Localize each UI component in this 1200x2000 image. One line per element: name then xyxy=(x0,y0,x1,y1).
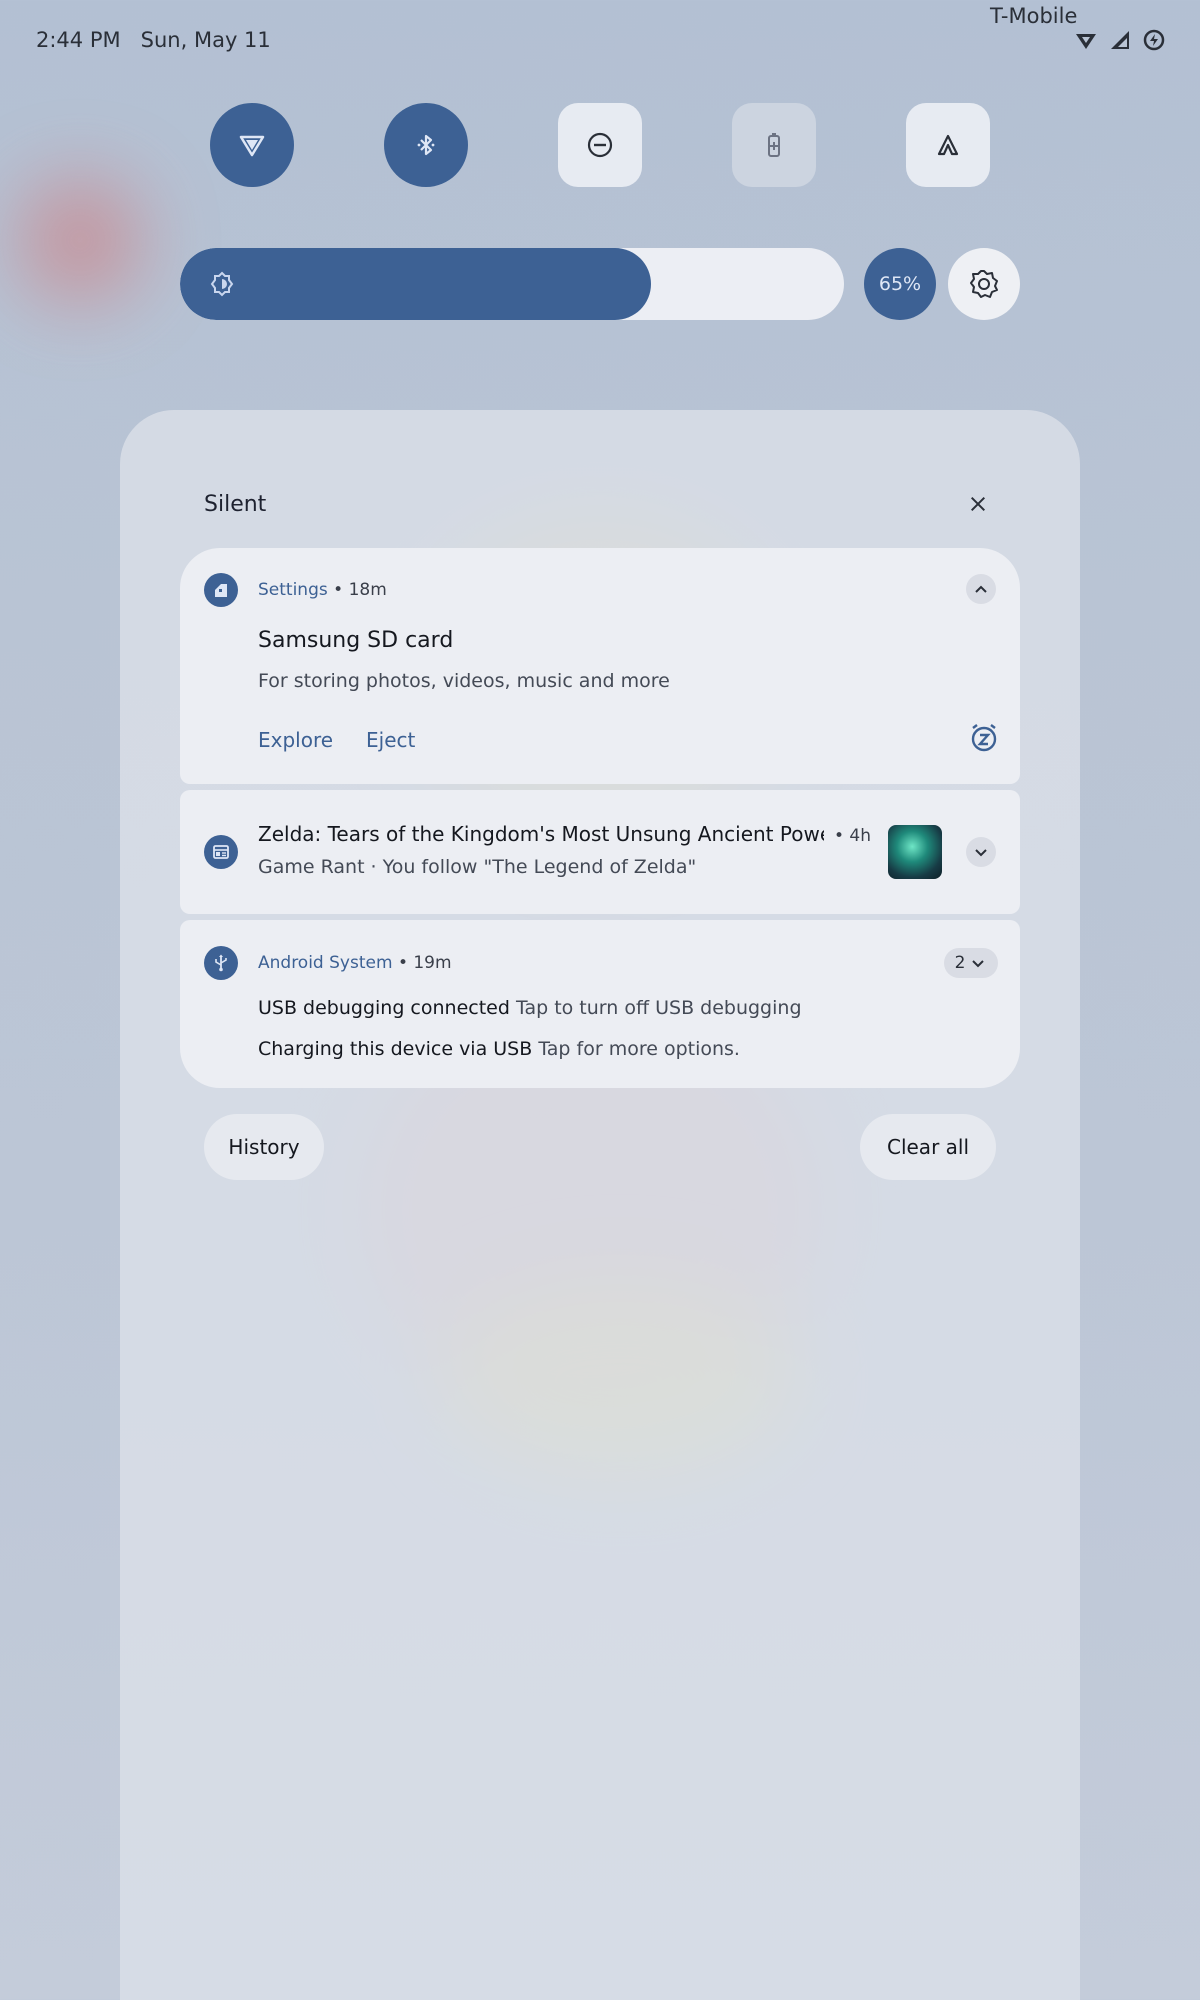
usb-charging-text: Tap for more options. xyxy=(538,1038,740,1060)
mode-a-icon xyxy=(937,134,959,156)
notification-meta: Android System • 19m xyxy=(258,953,452,973)
battery-saver-tile[interactable] xyxy=(732,103,816,187)
snooze-icon xyxy=(971,724,997,752)
close-silent-button[interactable] xyxy=(964,490,992,518)
settings-button[interactable] xyxy=(948,248,1020,320)
notification-meta: Settings • 18m xyxy=(258,580,387,600)
do-not-disturb-icon xyxy=(587,132,613,158)
do-not-disturb-tile[interactable] xyxy=(558,103,642,187)
eject-action-button[interactable]: Eject xyxy=(366,728,415,752)
usb-icon xyxy=(215,954,227,972)
article-thumbnail xyxy=(888,825,942,879)
usb-debugging-title: USB debugging connected xyxy=(258,997,510,1019)
bluetooth-icon xyxy=(417,134,435,156)
usb-charging-line: Charging this device via USB Tap for mor… xyxy=(258,1038,740,1060)
status-date: Sun, May 11 xyxy=(140,28,271,52)
bluetooth-tile[interactable] xyxy=(384,103,468,187)
notification-time: • 19m xyxy=(397,953,452,973)
notification-time: • 18m xyxy=(333,580,387,600)
collapse-button[interactable] xyxy=(966,574,996,604)
notification-title: Samsung SD card xyxy=(258,628,454,653)
brightness-icon xyxy=(210,271,234,297)
wifi-icon xyxy=(1076,34,1096,49)
status-carrier: T-Mobile xyxy=(990,4,1078,28)
section-header-silent: Silent xyxy=(204,492,267,517)
brightness-percent-badge: 65% xyxy=(864,248,936,320)
notification-title: Zelda: Tears of the Kingdom's Most Unsun… xyxy=(258,822,824,846)
notification-body: For storing photos, videos, music and mo… xyxy=(258,670,670,692)
newspaper-icon xyxy=(213,845,229,859)
explore-action-button[interactable]: Explore xyxy=(258,728,333,752)
notification-body: Game Rant · You follow "The Legend of Ze… xyxy=(258,856,697,878)
battery-saver-icon xyxy=(1143,29,1165,51)
usb-debugging-line: USB debugging connected Tap to turn off … xyxy=(258,997,802,1019)
notification-count: 2 xyxy=(954,953,966,973)
android-system-app-icon xyxy=(204,946,238,980)
usb-charging-title: Charging this device via USB xyxy=(258,1038,533,1060)
sd-card-icon xyxy=(215,584,227,597)
chevron-up-icon xyxy=(975,585,987,593)
status-bar-clock: 2:44 PM Sun, May 11 xyxy=(36,28,271,52)
news-app-icon xyxy=(204,835,238,869)
usb-debugging-text: Tap to turn off USB debugging xyxy=(515,997,802,1019)
signal-icon xyxy=(1111,31,1129,49)
status-time: 2:44 PM xyxy=(36,28,121,52)
notification-app-name: Android System xyxy=(258,953,393,973)
notification-app-name: Settings xyxy=(258,580,328,600)
mode-tile[interactable] xyxy=(906,103,990,187)
vpn-shield-icon xyxy=(239,135,265,157)
chevron-down-icon xyxy=(975,849,987,857)
chevron-down-icon xyxy=(972,960,985,968)
brightness-slider[interactable] xyxy=(180,248,844,320)
brightness-slider-fill xyxy=(180,248,652,320)
expand-button[interactable] xyxy=(966,837,996,867)
close-icon xyxy=(970,496,986,512)
status-icons xyxy=(1074,28,1166,52)
clear-all-button[interactable]: Clear all xyxy=(860,1114,996,1180)
vpn-tile[interactable] xyxy=(210,103,294,187)
snooze-button[interactable] xyxy=(968,722,1000,754)
battery-icon xyxy=(768,133,780,157)
history-button[interactable]: History xyxy=(204,1114,324,1180)
settings-app-icon xyxy=(204,573,238,607)
group-expand-button[interactable]: 2 xyxy=(944,948,998,978)
gear-icon xyxy=(970,270,998,298)
notification-time: • 4h xyxy=(834,826,872,846)
